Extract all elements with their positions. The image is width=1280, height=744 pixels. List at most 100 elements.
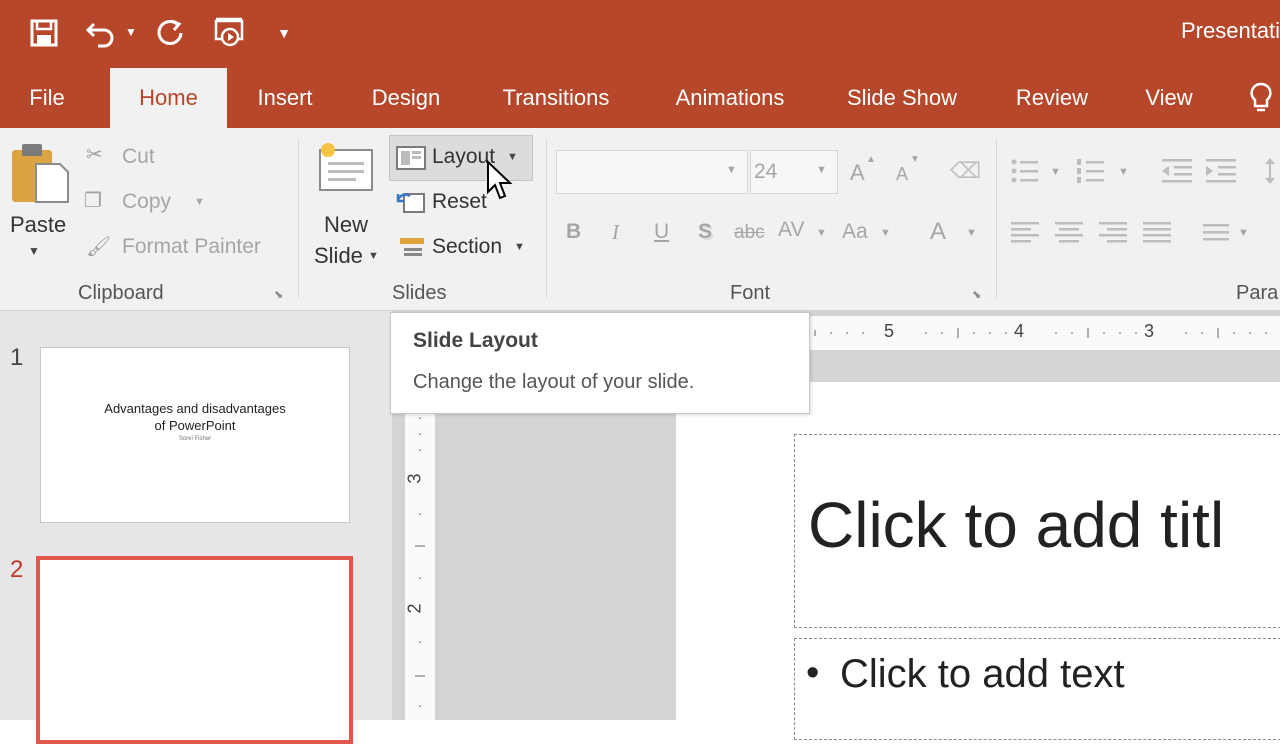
paste-icon[interactable] xyxy=(8,140,70,208)
increase-font-size-icon[interactable]: A xyxy=(850,160,865,186)
paragraph-group-label: Para xyxy=(1236,282,1279,304)
new-slide-label-1[interactable]: New xyxy=(324,212,368,238)
font-color-button[interactable]: A xyxy=(930,218,946,246)
clear-formatting-icon[interactable]: ⌫ xyxy=(950,158,981,184)
line-spacing-icon[interactable] xyxy=(1264,156,1280,191)
undo-dropdown-icon[interactable]: ▼ xyxy=(122,20,140,44)
format-painter-button[interactable]: Format Painter xyxy=(122,235,261,259)
tooltip-description: Change the layout of your slide. xyxy=(413,371,695,393)
font-color-dropdown-icon[interactable]: ▼ xyxy=(966,227,977,239)
character-spacing-dropdown-icon[interactable]: ▼ xyxy=(816,227,827,239)
section-button[interactable]: Section xyxy=(432,235,502,259)
numbering-icon[interactable] xyxy=(1076,156,1106,191)
ruler-label: 3 xyxy=(404,473,425,484)
font-size-dropdown-icon[interactable]: ▼ xyxy=(816,164,827,176)
font-launcher-icon[interactable]: ⬊ xyxy=(972,288,981,301)
thumb-subtitle: Sorel Fisher xyxy=(178,436,212,442)
slide-number: 1 xyxy=(10,344,24,371)
divider xyxy=(546,138,547,298)
cut-button[interactable]: Cut xyxy=(122,145,155,169)
tab-transitions[interactable]: Transitions xyxy=(488,68,624,128)
change-case-dropdown-icon[interactable]: ▼ xyxy=(880,227,891,239)
save-icon[interactable] xyxy=(26,14,62,52)
font-size-value: 24 xyxy=(754,160,778,183)
divider xyxy=(996,138,997,298)
clipboard-group-label: Clipboard xyxy=(78,282,164,304)
italic-button[interactable]: I xyxy=(612,220,619,245)
new-slide-label-2[interactable]: Slide xyxy=(314,243,363,269)
new-slide-dropdown-icon[interactable]: ▼ xyxy=(368,250,379,262)
layout-icon xyxy=(396,146,426,175)
justify-icon[interactable] xyxy=(1142,220,1172,249)
title-bar xyxy=(0,0,1280,68)
tooltip-title: Slide Layout xyxy=(413,329,538,352)
decrease-indent-icon[interactable] xyxy=(1160,156,1194,191)
slide-thumbnail-1[interactable]: Advantages and disadvantages of PowerPoi… xyxy=(40,347,350,523)
slides-group-label: Slides xyxy=(392,282,447,304)
character-spacing-button[interactable]: AV xyxy=(778,218,804,242)
grow-caret-icon: ▲ xyxy=(866,154,876,165)
bullets-icon[interactable] xyxy=(1010,156,1040,191)
copy-dropdown-icon[interactable]: ▼ xyxy=(194,196,205,208)
undo-icon[interactable] xyxy=(84,14,120,52)
slide-number: 2 xyxy=(10,556,24,583)
align-left-icon[interactable] xyxy=(1010,220,1040,249)
start-from-beginning-icon[interactable] xyxy=(210,14,250,52)
slide-thumbnail-2[interactable] xyxy=(36,556,353,744)
text-shadow-button[interactable]: S xyxy=(698,220,712,244)
tab-design[interactable]: Design xyxy=(360,68,452,128)
tell-me-lightbulb-icon[interactable] xyxy=(1246,80,1276,116)
numbering-dropdown-icon[interactable]: ▼ xyxy=(1118,166,1129,178)
horizontal-ruler xyxy=(810,316,1280,350)
thumb-title-line-1: Advantages and disadvantages xyxy=(104,401,286,416)
font-name-dropdown-icon[interactable]: ▼ xyxy=(726,164,737,176)
cut-icon: ✂ xyxy=(86,144,103,166)
title-placeholder-text: Click to add titl xyxy=(808,489,1225,561)
tab-view[interactable]: View xyxy=(1134,68,1204,128)
align-center-icon[interactable] xyxy=(1054,220,1084,249)
columns-icon[interactable] xyxy=(1202,220,1230,249)
paste-label[interactable]: Paste xyxy=(10,212,66,238)
ruler-label: 5 xyxy=(884,321,895,341)
tab-review[interactable]: Review xyxy=(1004,68,1100,128)
copy-icon: ❐ xyxy=(84,190,102,212)
bold-button[interactable]: B xyxy=(566,220,581,244)
decrease-font-size-icon[interactable]: A xyxy=(896,164,908,185)
mouse-cursor-icon xyxy=(486,159,514,207)
tab-slide-show[interactable]: Slide Show xyxy=(836,68,968,128)
change-case-button[interactable]: Aa xyxy=(842,220,868,244)
document-title: Presentati xyxy=(1181,18,1280,43)
reset-icon xyxy=(396,190,426,219)
tab-animations[interactable]: Animations xyxy=(660,68,800,128)
tab-home[interactable]: Home xyxy=(110,68,227,128)
thumb-title-line-2: of PowerPoint xyxy=(154,418,236,433)
customize-qat-icon[interactable]: ▼ xyxy=(274,20,294,46)
new-slide-icon[interactable] xyxy=(316,140,376,198)
strikethrough-button[interactable]: abc xyxy=(734,222,765,244)
ruler-label: 4 xyxy=(1014,321,1025,341)
section-dropdown-icon[interactable]: ▼ xyxy=(514,241,525,253)
divider xyxy=(298,138,299,298)
underline-button[interactable]: U xyxy=(654,220,669,244)
increase-indent-icon[interactable] xyxy=(1204,156,1238,191)
layout-tooltip: Slide Layout Change the layout of your s… xyxy=(390,312,810,414)
font-name-combobox[interactable] xyxy=(556,150,748,194)
align-right-icon[interactable] xyxy=(1098,220,1128,249)
paste-dropdown-icon[interactable]: ▼ xyxy=(28,244,40,258)
shrink-caret-icon: ▼ xyxy=(910,154,920,165)
tab-insert[interactable]: Insert xyxy=(244,68,326,128)
copy-button[interactable]: Copy xyxy=(122,190,171,214)
ruler-label: 2 xyxy=(404,603,425,614)
redo-icon[interactable] xyxy=(152,14,188,52)
font-group-label: Font xyxy=(730,282,771,304)
bullet-icon: • xyxy=(806,652,820,694)
tab-file[interactable]: File xyxy=(18,68,76,128)
ruler-label: 3 xyxy=(1144,321,1155,341)
section-icon xyxy=(396,234,426,263)
format-painter-icon: 🖌 xyxy=(86,236,112,258)
bullets-dropdown-icon[interactable]: ▼ xyxy=(1050,166,1061,178)
clipboard-launcher-icon[interactable]: ⬊ xyxy=(274,288,283,301)
reset-button[interactable]: Reset xyxy=(432,190,487,214)
columns-dropdown-icon[interactable]: ▼ xyxy=(1238,227,1249,239)
content-placeholder-text: Click to add text xyxy=(840,652,1125,696)
